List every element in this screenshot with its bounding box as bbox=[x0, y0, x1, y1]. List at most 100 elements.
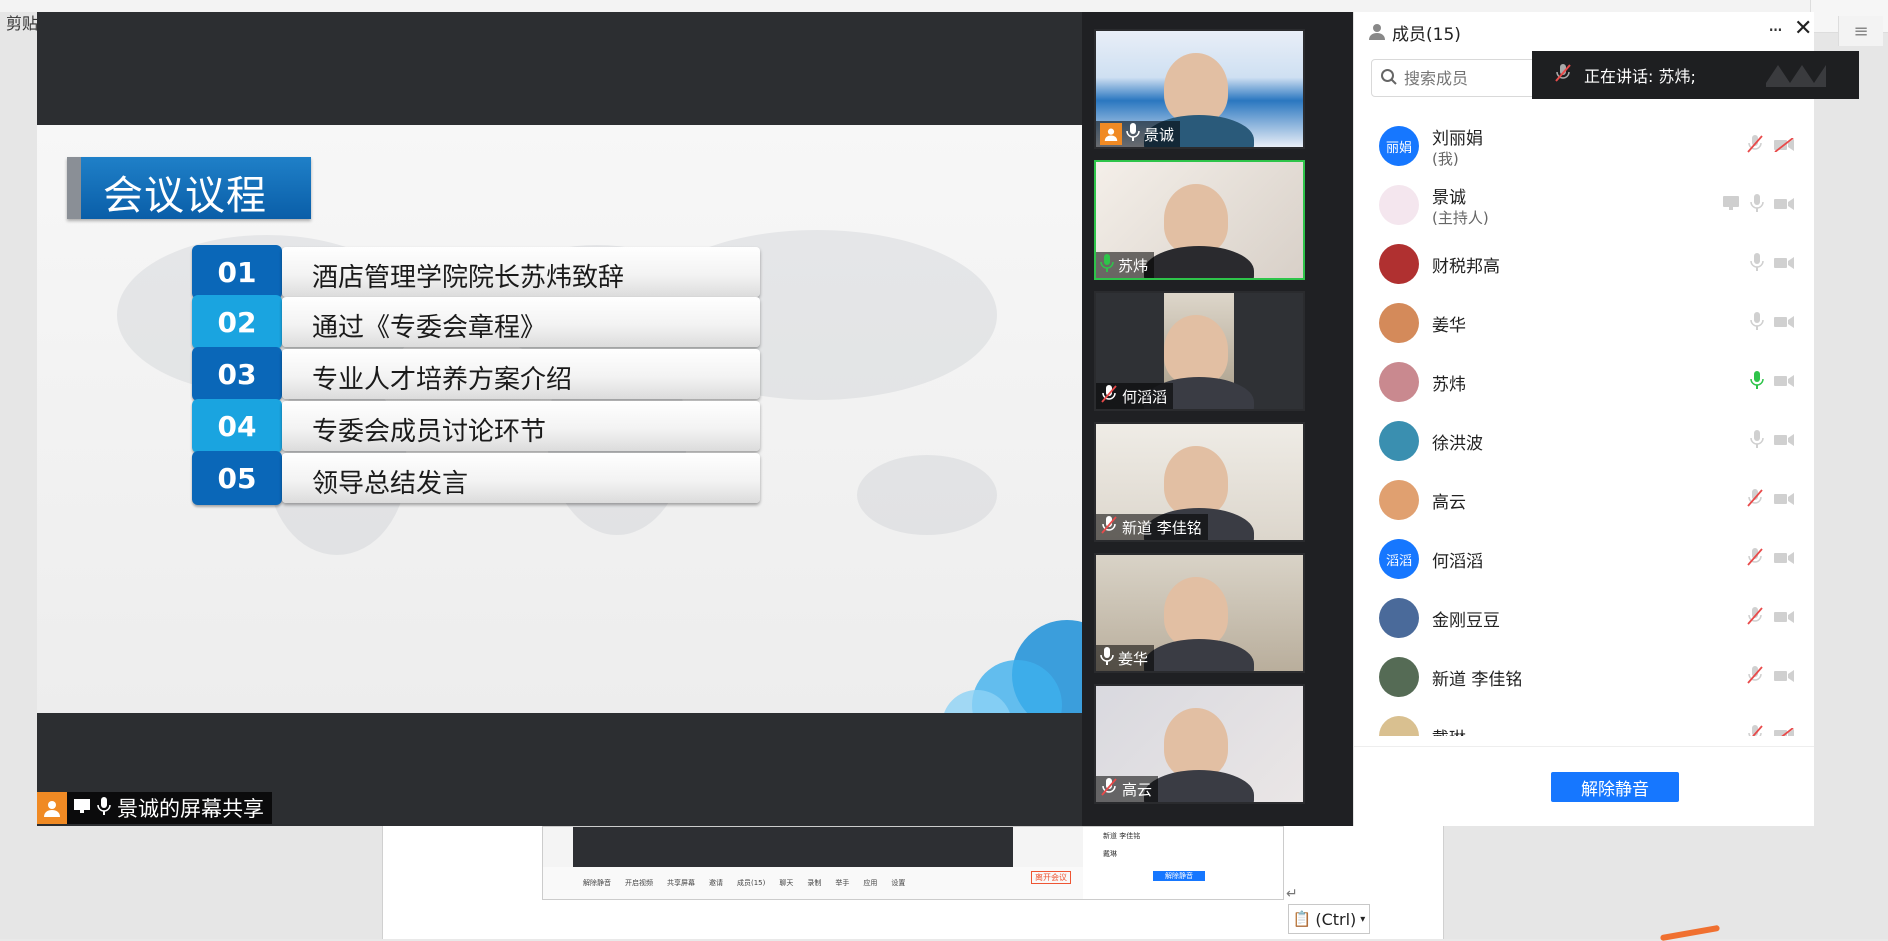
embedded-toolbar-item: 邀请 bbox=[709, 879, 723, 887]
embedded-member-row: 新道 李佳铭 bbox=[1103, 832, 1141, 840]
agenda-text: 领导总结发言 bbox=[312, 469, 469, 499]
camera-icon[interactable] bbox=[1774, 432, 1794, 451]
muted-microphone-icon[interactable] bbox=[1746, 547, 1764, 571]
microphone-icon bbox=[1100, 253, 1114, 277]
participant-silhouette bbox=[1164, 446, 1228, 516]
member-row[interactable]: 戴琳 bbox=[1354, 706, 1814, 736]
members-title: 成员(15) bbox=[1392, 25, 1461, 45]
member-row[interactable]: 高云 bbox=[1354, 470, 1814, 529]
avatar: 丽娟 bbox=[1379, 126, 1419, 166]
participant-name: 何滔滔 bbox=[1122, 387, 1168, 406]
camera-icon[interactable] bbox=[1774, 373, 1794, 392]
divider bbox=[1354, 746, 1814, 747]
video-thumbnail[interactable]: 景诚 bbox=[1094, 29, 1305, 149]
video-thumbnail[interactable]: 新道 李佳铭 bbox=[1094, 422, 1305, 542]
participant-body bbox=[1144, 246, 1254, 278]
camera-icon[interactable] bbox=[1774, 314, 1794, 333]
video-thumbnail[interactable]: 姜华 bbox=[1094, 553, 1305, 673]
screen-share-label: 景诚的屏幕共享 bbox=[37, 792, 272, 824]
member-name: 财税邦高 bbox=[1432, 257, 1500, 277]
camera-icon[interactable] bbox=[1774, 550, 1794, 569]
agenda-number: 03 bbox=[192, 347, 282, 401]
avatar bbox=[1379, 362, 1419, 402]
participant-name: 新道 李佳铭 bbox=[1122, 518, 1202, 537]
muted-microphone-icon[interactable] bbox=[1746, 488, 1764, 512]
avatar bbox=[1379, 657, 1419, 697]
camera-icon[interactable] bbox=[1774, 196, 1794, 215]
avatar bbox=[1379, 480, 1419, 520]
microphone-icon[interactable] bbox=[1750, 252, 1764, 276]
close-icon[interactable]: ✕ bbox=[1794, 16, 1812, 41]
hamburger-menu-icon[interactable]: ≡ bbox=[1838, 16, 1883, 46]
muted-microphone-icon[interactable] bbox=[1746, 724, 1764, 736]
member-row[interactable]: 姜华 bbox=[1354, 293, 1814, 352]
member-controls bbox=[1750, 311, 1794, 335]
camera-icon[interactable] bbox=[1774, 491, 1794, 510]
avatar: 滔滔 bbox=[1379, 539, 1419, 579]
member-name: 新道 李佳铭 bbox=[1432, 670, 1523, 690]
microphone-icon[interactable] bbox=[1750, 429, 1764, 453]
meeting-window: 会议议程 01 酒店管理学院院长苏炜致辞 02 通过《专委会章程》 03 专业人才培养方案… bbox=[37, 12, 1883, 826]
camera-off-icon[interactable] bbox=[1774, 136, 1794, 156]
agenda-text: 通过《专委会章程》 bbox=[312, 313, 547, 343]
microphone-icon[interactable] bbox=[1750, 311, 1764, 335]
speaking-text: 正在讲话: 苏炜; bbox=[1584, 67, 1696, 86]
host-icon bbox=[1100, 123, 1122, 145]
member-name: 金刚豆豆 bbox=[1432, 611, 1500, 631]
member-row[interactable]: 滔滔 何滔滔 bbox=[1354, 529, 1814, 588]
member-controls bbox=[1746, 488, 1794, 512]
member-controls bbox=[1750, 252, 1794, 276]
embedded-toolbar-item: 成员(15) bbox=[737, 879, 766, 887]
muted-microphone-icon bbox=[1100, 777, 1118, 801]
shared-screen-video[interactable]: 会议议程 01 酒店管理学院院长苏炜致辞 02 通过《专委会章程》 03 专业人才培养方案… bbox=[37, 12, 1082, 826]
embedded-screenshot[interactable]: 解除静音 开启视频 共享屏幕 邀请 成员(15) 聊天 录制 举手 应用 设置 离开会议 新道 李… bbox=[542, 826, 1284, 900]
member-controls bbox=[1722, 193, 1794, 217]
agenda-number: 02 bbox=[192, 295, 282, 349]
agenda-item: 05 领导总结发言 bbox=[192, 451, 762, 505]
participant-silhouette bbox=[1164, 708, 1228, 778]
member-row[interactable]: 苏炜 bbox=[1354, 352, 1814, 411]
microphone-icon[interactable] bbox=[1750, 193, 1764, 217]
member-row[interactable]: 丽娟 刘丽娟 (我) bbox=[1354, 116, 1814, 175]
microphone-icon[interactable] bbox=[1750, 370, 1764, 394]
agenda-bar: 酒店管理学院院长苏炜致辞 bbox=[282, 247, 760, 297]
embedded-toolbar-item: 录制 bbox=[807, 879, 822, 887]
camera-icon[interactable] bbox=[1774, 255, 1794, 274]
agenda-number: 01 bbox=[192, 245, 282, 299]
muted-microphone-icon[interactable] bbox=[1746, 134, 1764, 158]
participant-body bbox=[1144, 770, 1254, 802]
muted-microphone-icon[interactable] bbox=[1746, 665, 1764, 689]
agenda-text: 专委会成员讨论环节 bbox=[312, 417, 547, 447]
camera-icon[interactable] bbox=[1774, 609, 1794, 628]
camera-off-icon[interactable] bbox=[1774, 726, 1794, 736]
more-options-icon[interactable]: ··· bbox=[1768, 18, 1783, 42]
member-row[interactable]: 徐洪波 bbox=[1354, 411, 1814, 470]
unmute-all-button[interactable]: 解除静音 bbox=[1551, 772, 1679, 802]
paragraph-return-icon: ↵ bbox=[1286, 886, 1298, 902]
muted-microphone-icon bbox=[1100, 515, 1118, 539]
member-row[interactable]: 财税邦高 bbox=[1354, 234, 1814, 293]
video-thumbnail[interactable]: 高云 bbox=[1094, 684, 1305, 804]
paste-options-button[interactable]: 📋 (Ctrl) ▾ bbox=[1288, 904, 1370, 934]
video-thumbnail[interactable]: 苏炜 bbox=[1094, 160, 1305, 280]
agenda-item: 01 酒店管理学院院长苏炜致辞 bbox=[192, 245, 762, 299]
agenda-text: 酒店管理学院院长苏炜致辞 bbox=[312, 263, 625, 293]
embedded-unmute-button: 解除静音 bbox=[1153, 871, 1205, 881]
participant-body bbox=[1144, 639, 1254, 671]
member-row[interactable]: 景诚 (主持人) bbox=[1354, 175, 1814, 234]
agenda-item: 02 通过《专委会章程》 bbox=[192, 295, 762, 349]
member-row[interactable]: 新道 李佳铭 bbox=[1354, 647, 1814, 706]
member-controls bbox=[1746, 724, 1794, 736]
thumbnail-label: 新道 李佳铭 bbox=[1096, 514, 1208, 540]
avatar bbox=[1379, 598, 1419, 638]
video-thumbnail[interactable]: 何滔滔 bbox=[1094, 291, 1305, 411]
embedded-toolbar-item: 举手 bbox=[835, 879, 850, 887]
member-role: (我) bbox=[1432, 150, 1459, 168]
member-row[interactable]: 金刚豆豆 bbox=[1354, 588, 1814, 647]
avatar bbox=[1379, 716, 1419, 736]
speaking-wave-icon bbox=[1765, 59, 1826, 91]
camera-icon[interactable] bbox=[1774, 668, 1794, 687]
muted-microphone-icon[interactable] bbox=[1746, 606, 1764, 630]
member-controls bbox=[1746, 547, 1794, 571]
thumbnail-label: 姜华 bbox=[1096, 645, 1155, 671]
